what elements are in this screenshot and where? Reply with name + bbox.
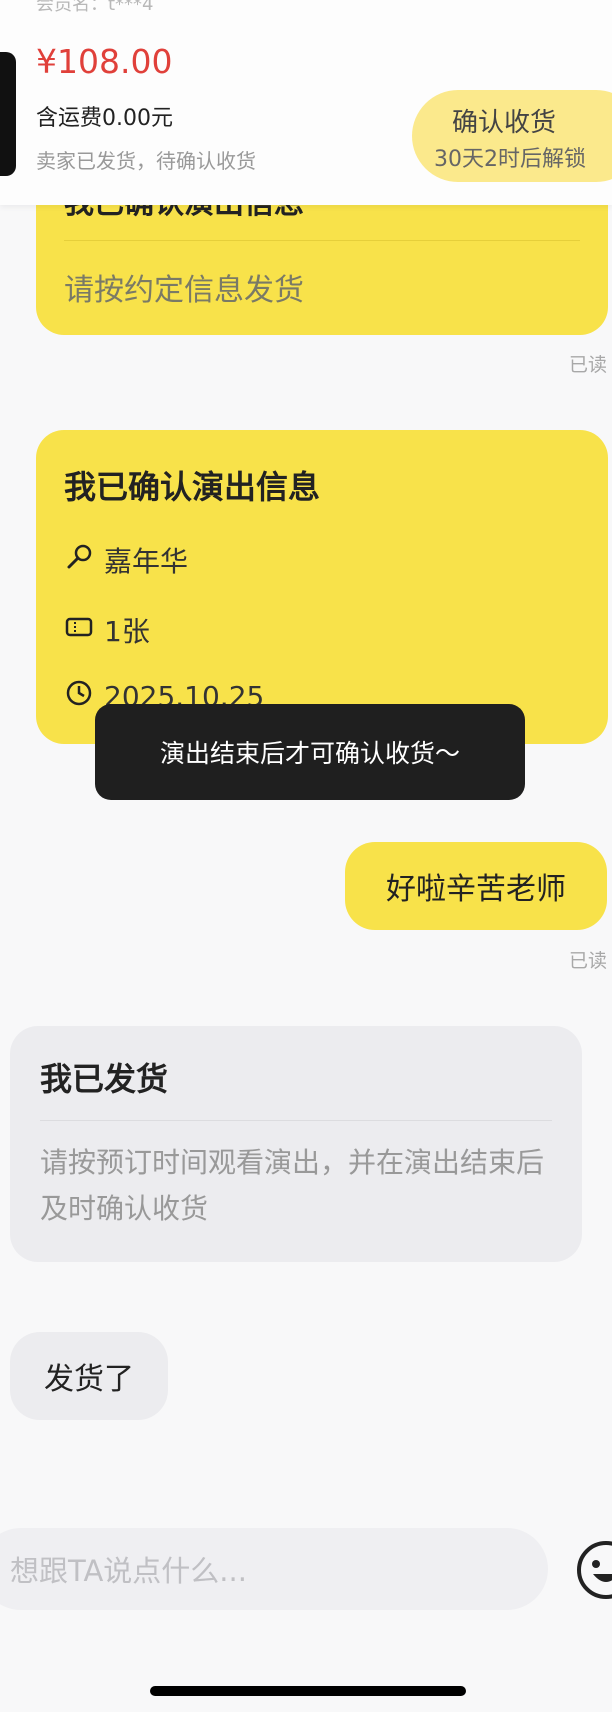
confirm-receipt-button[interactable]: 确认收货 30天2时后解锁 [412,90,612,182]
event-name: 嘉年华 [104,545,189,578]
card-title: 我已发货 [40,1060,169,1098]
unlock-countdown: 30天2时后解锁 [434,147,586,172]
ticket-quantity: 1张 [104,615,150,648]
read-receipt: 已读 [568,950,607,972]
order-summary-bar: 会员名：t***4 ¥108.00 含运费0.00元 卖家已发货，待确认收货 确… [0,0,612,205]
outgoing-message[interactable]: 好啦辛苦老师 [345,842,607,930]
confirm-receipt-label: 确认收货 [452,108,557,138]
card-body: 请按约定信息发货 [64,273,304,308]
read-receipt: 已读 [568,354,607,376]
product-thumbnail[interactable] [0,52,16,176]
member-name: 会员名：t***4 [36,0,154,15]
card-title: 我已确认演出信息 [64,468,321,506]
ticket-icon [64,612,104,649]
show-info-card[interactable]: 我已确认演出信息 嘉年华 1张 2025.10.25 [36,430,608,744]
event-row: 嘉年华 [64,540,188,580]
order-status: 卖家已发货，待确认收货 [36,149,256,173]
card-divider [40,1120,552,1121]
message-input[interactable]: 想跟TA说点什么... [0,1528,548,1610]
quantity-row: 1张 [64,610,150,650]
shipping-fee: 含运费0.00元 [36,106,173,131]
incoming-message[interactable]: 发货了 [10,1332,168,1420]
home-indicator [150,1686,466,1696]
emoji-icon[interactable] [574,1538,612,1602]
microphone-icon [64,542,104,579]
shipped-notice-card[interactable]: 我已发货 请按预订时间观看演出，并在演出结束后及时确认收货 [10,1026,582,1262]
card-body: 请按预订时间观看演出，并在演出结束后及时确认收货 [40,1146,545,1225]
card-divider [64,240,580,241]
toast-message: 演出结束后才可确认收货～ [95,704,525,800]
order-price: ¥108.00 [36,42,173,81]
